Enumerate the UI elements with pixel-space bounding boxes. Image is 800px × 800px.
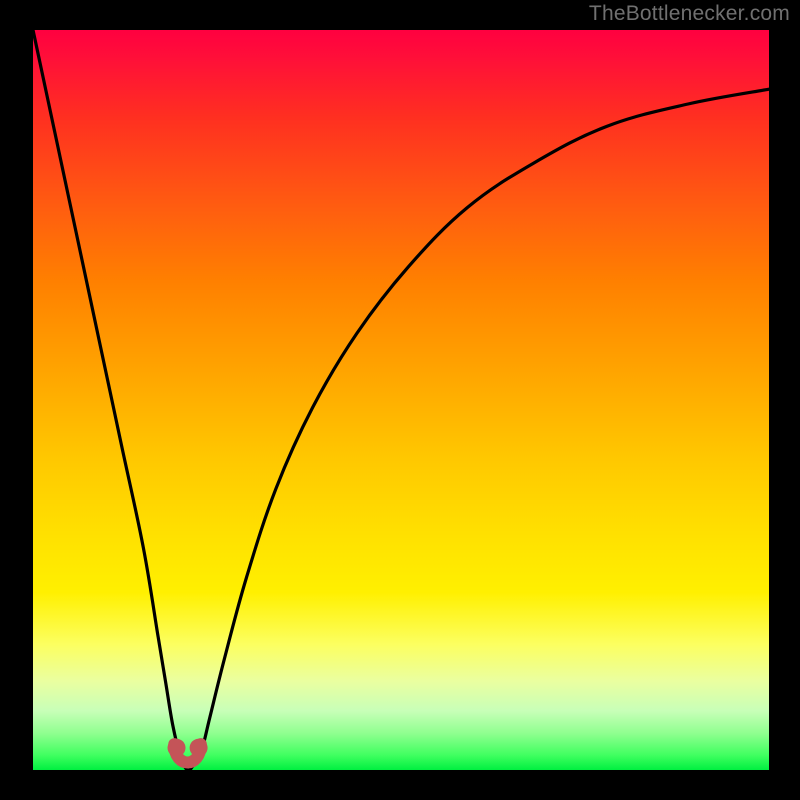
bottleneck-curve (33, 30, 769, 770)
watermark-text: TheBottlenecker.com (589, 2, 790, 26)
marker-min-right (190, 739, 208, 757)
marker-min-left (168, 739, 186, 757)
chart-frame: TheBottlenecker.com (0, 0, 800, 800)
curve-layer (0, 0, 800, 800)
